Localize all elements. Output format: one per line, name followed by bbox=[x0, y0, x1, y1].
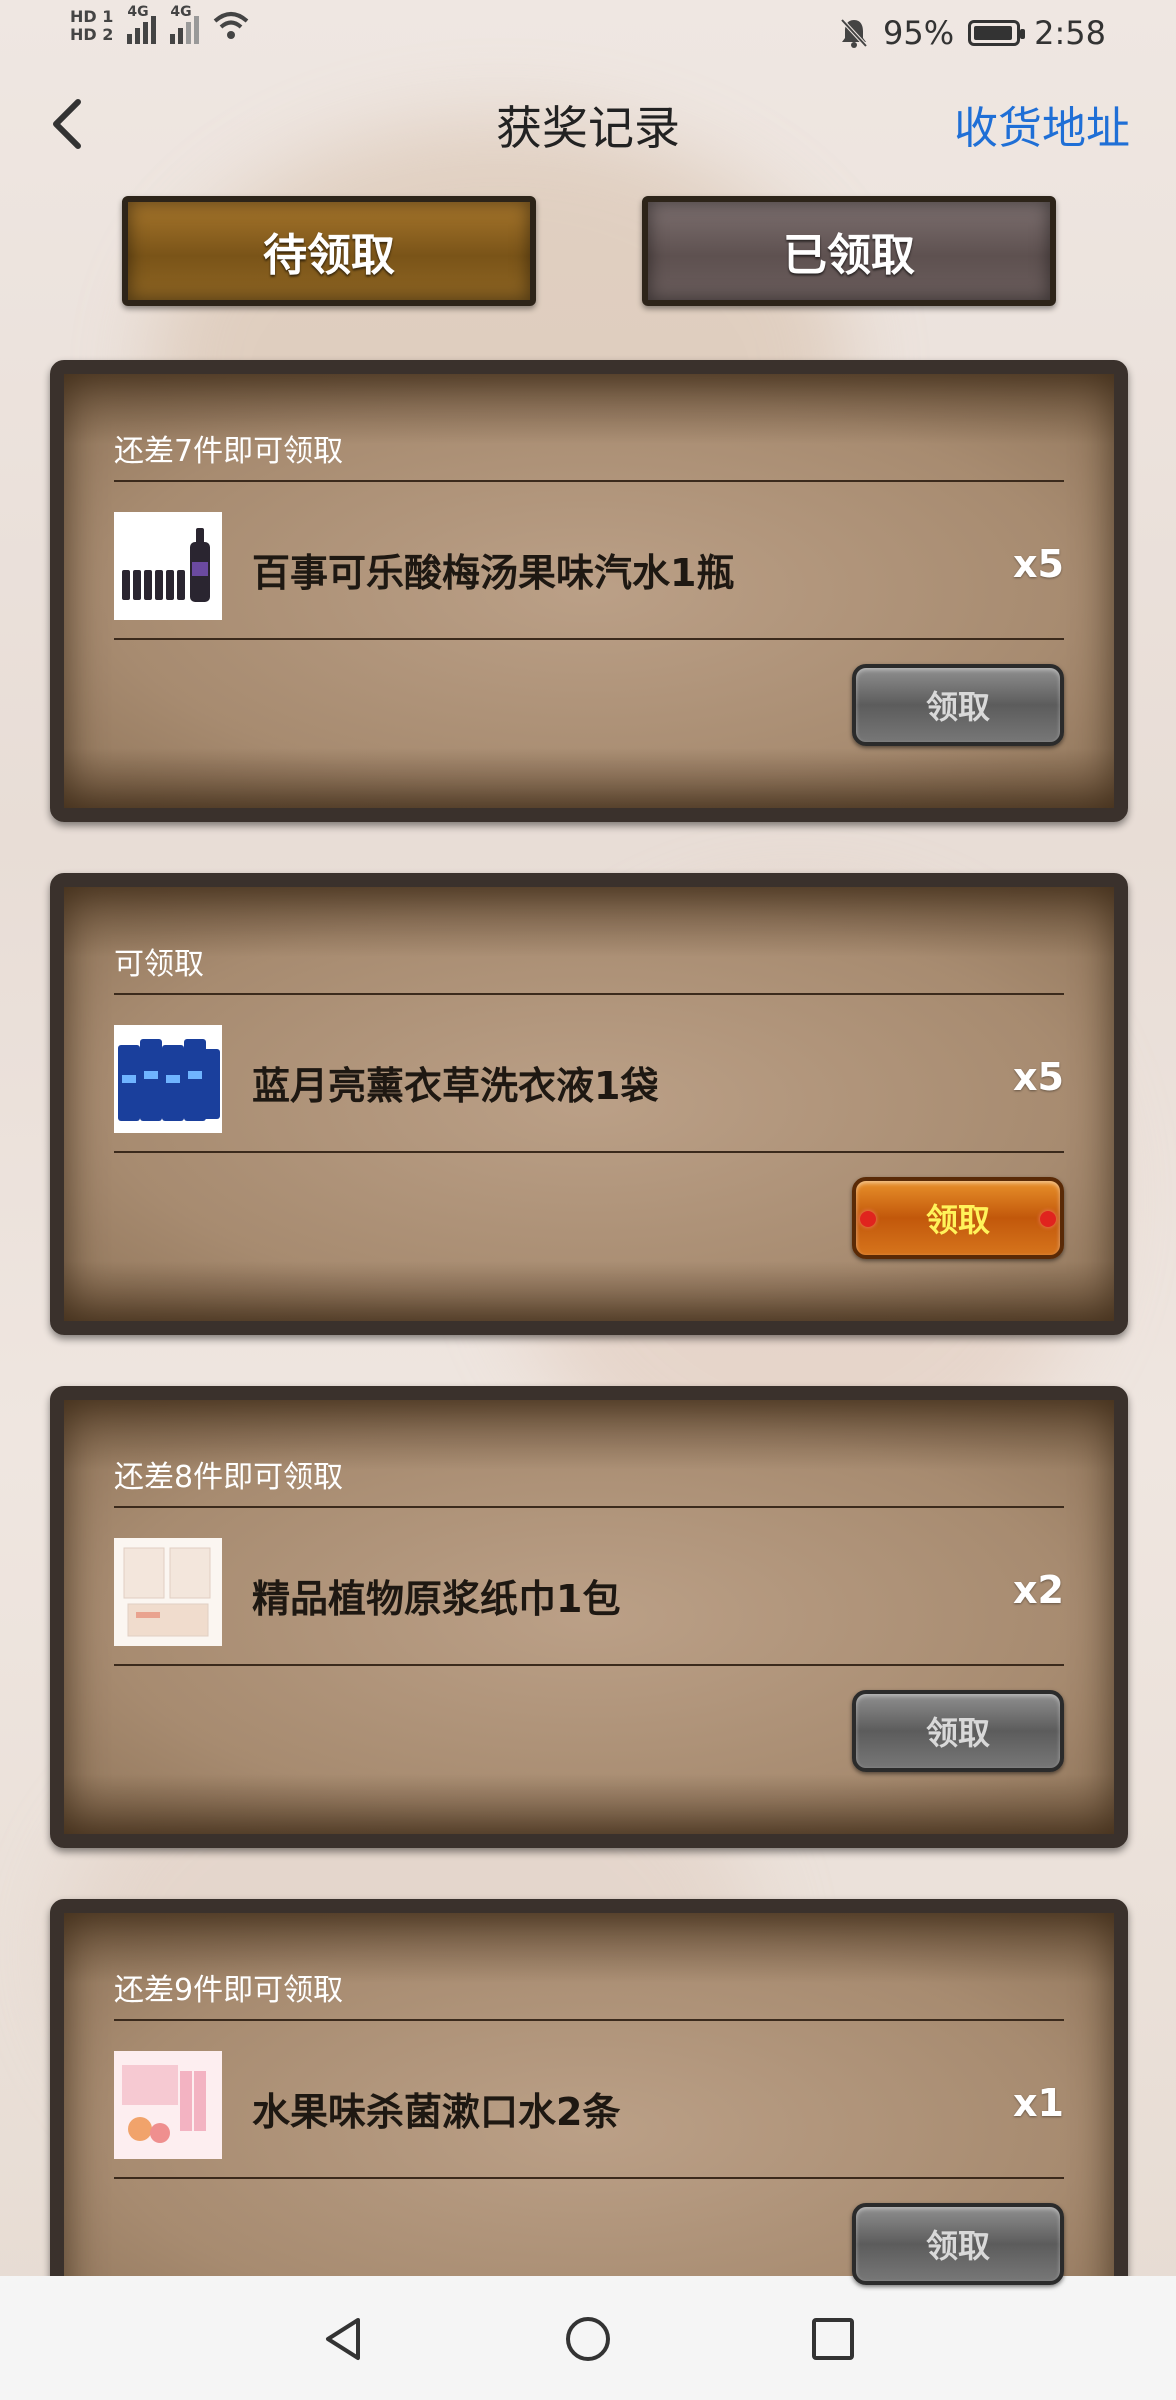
claim-button[interactable]: 领取 bbox=[852, 664, 1064, 746]
tab-pending[interactable]: 待领取 bbox=[122, 196, 536, 306]
hd1-label: HD 1 bbox=[70, 7, 114, 26]
claim-button[interactable]: 领取 bbox=[852, 2203, 1064, 2285]
recent-apps-square-icon[interactable] bbox=[808, 2314, 858, 2364]
card-status: 可领取 bbox=[114, 947, 204, 982]
product-quantity: x1 bbox=[1013, 2081, 1064, 2125]
card-status: 还差9件即可领取 bbox=[114, 1973, 344, 2008]
card-status: 还差7件即可领取 bbox=[114, 434, 344, 469]
back-triangle-icon[interactable] bbox=[318, 2314, 368, 2364]
divider bbox=[114, 993, 1064, 995]
divider bbox=[114, 638, 1064, 640]
product-image bbox=[114, 1025, 222, 1133]
battery-fill bbox=[974, 26, 1013, 40]
tab-claimed[interactable]: 已领取 bbox=[642, 196, 1056, 306]
claim-button-label: 领取 bbox=[925, 2227, 990, 2265]
product-name: 蓝月亮薰衣草洗衣液1袋 bbox=[252, 1064, 659, 1108]
battery-percent: 95% bbox=[883, 14, 955, 52]
prize-card: 还差7件即可领取 百事可乐酸梅汤果味汽水1瓶 x5 领取 bbox=[50, 360, 1128, 822]
signal-icon: 4G bbox=[127, 4, 157, 44]
bell-muted-icon bbox=[840, 18, 868, 48]
divider bbox=[114, 2177, 1064, 2179]
claim-button-label: 领取 bbox=[925, 688, 990, 726]
product-quantity: x2 bbox=[1013, 1568, 1064, 1612]
hd2-label: HD 2 bbox=[70, 25, 114, 44]
shipping-address-link[interactable]: 收货地址 bbox=[954, 92, 1130, 156]
claim-button-label: 领取 bbox=[925, 1714, 990, 1752]
wifi-icon bbox=[214, 12, 249, 39]
clock: 2:58 bbox=[1034, 14, 1106, 52]
product-image bbox=[114, 2051, 222, 2159]
signal-icon: 4G bbox=[170, 4, 200, 44]
gem-icon bbox=[1040, 1211, 1056, 1227]
product-name: 精品植物原浆纸巾1包 bbox=[252, 1577, 621, 1621]
card-status: 还差8件即可领取 bbox=[114, 1460, 344, 1495]
divider bbox=[114, 1664, 1064, 1666]
battery-icon bbox=[968, 20, 1026, 46]
divider bbox=[114, 2019, 1064, 2021]
status-bar: HD 1 HD 2 4G 4G 95% 2:58 bbox=[0, 0, 1176, 78]
home-circle-icon[interactable] bbox=[563, 2314, 613, 2364]
network-type-1: 4G bbox=[127, 4, 149, 20]
divider bbox=[114, 480, 1064, 482]
claim-button[interactable]: 领取 bbox=[852, 1690, 1064, 1772]
divider bbox=[114, 1506, 1064, 1508]
product-quantity: x5 bbox=[1013, 1055, 1064, 1099]
product-image bbox=[114, 1538, 222, 1646]
product-name: 百事可乐酸梅汤果味汽水1瓶 bbox=[252, 551, 735, 595]
system-nav-bar bbox=[0, 2276, 1176, 2400]
gem-icon bbox=[860, 1211, 876, 1227]
header: 获奖记录 收货地址 bbox=[0, 78, 1176, 168]
network-type-2: 4G bbox=[170, 4, 192, 20]
claim-button-label: 领取 bbox=[925, 1201, 990, 1239]
product-name: 水果味杀菌漱口水2条 bbox=[252, 2090, 621, 2134]
divider bbox=[114, 1151, 1064, 1153]
prize-card: 可领取 蓝月亮薰衣草洗衣液1袋 x5 领取 bbox=[50, 873, 1128, 1335]
sim-indicators: HD 1 HD 2 bbox=[70, 8, 113, 44]
product-quantity: x5 bbox=[1013, 542, 1064, 586]
product-image bbox=[114, 512, 222, 620]
prize-card: 还差8件即可领取 精品植物原浆纸巾1包 x2 领取 bbox=[50, 1386, 1128, 1848]
claim-button[interactable]: 领取 bbox=[852, 1177, 1064, 1259]
